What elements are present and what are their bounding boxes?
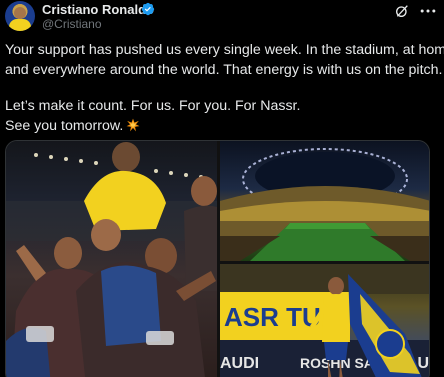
tweet-text: Your support has pushed us every single … (5, 40, 444, 136)
stadium-illustration (220, 148, 429, 261)
grok-icon[interactable] (394, 3, 410, 19)
avatar[interactable] (5, 1, 35, 31)
tweet-card: Cristiano Ronaldo @Cristiano Your suppor… (0, 0, 444, 377)
more-options-icon[interactable] (418, 3, 438, 19)
stadium-photo[interactable] (220, 141, 429, 261)
team-celebration-illustration (6, 142, 217, 377)
player-illustration: ASR TU AUDI ROSHN SAUDI AUDI (220, 264, 429, 377)
player-with-flag-photo[interactable]: ASR TU AUDI ROSHN SAUDI AUDI (220, 264, 429, 377)
tweet-line: Let’s make it count. For us. For you. Fo… (5, 98, 301, 114)
board-text: ASR TU (224, 302, 321, 332)
tweet-line: Your support has pushed us every single … (5, 42, 444, 58)
tweet-header: Cristiano Ronaldo @Cristiano (0, 0, 444, 34)
team-celebration-photo[interactable] (6, 141, 217, 377)
ad-board-left: AUDI (220, 355, 259, 372)
author-handle[interactable]: @Cristiano (42, 17, 102, 31)
tweet-line: and everywhere around the world. That en… (5, 62, 443, 78)
tweet-line-last: See you tomorrow. (5, 116, 437, 136)
avatar-face (14, 7, 26, 19)
collision-emoji-icon (126, 118, 140, 132)
tweet-media-grid[interactable]: ASR TU AUDI ROSHN SAUDI AUDI (5, 140, 430, 377)
tweet-line-text: See you tomorrow. (5, 118, 124, 134)
author-name[interactable]: Cristiano Ronaldo (42, 2, 154, 17)
avatar-shirt (9, 19, 31, 31)
verified-badge-icon (141, 2, 155, 16)
